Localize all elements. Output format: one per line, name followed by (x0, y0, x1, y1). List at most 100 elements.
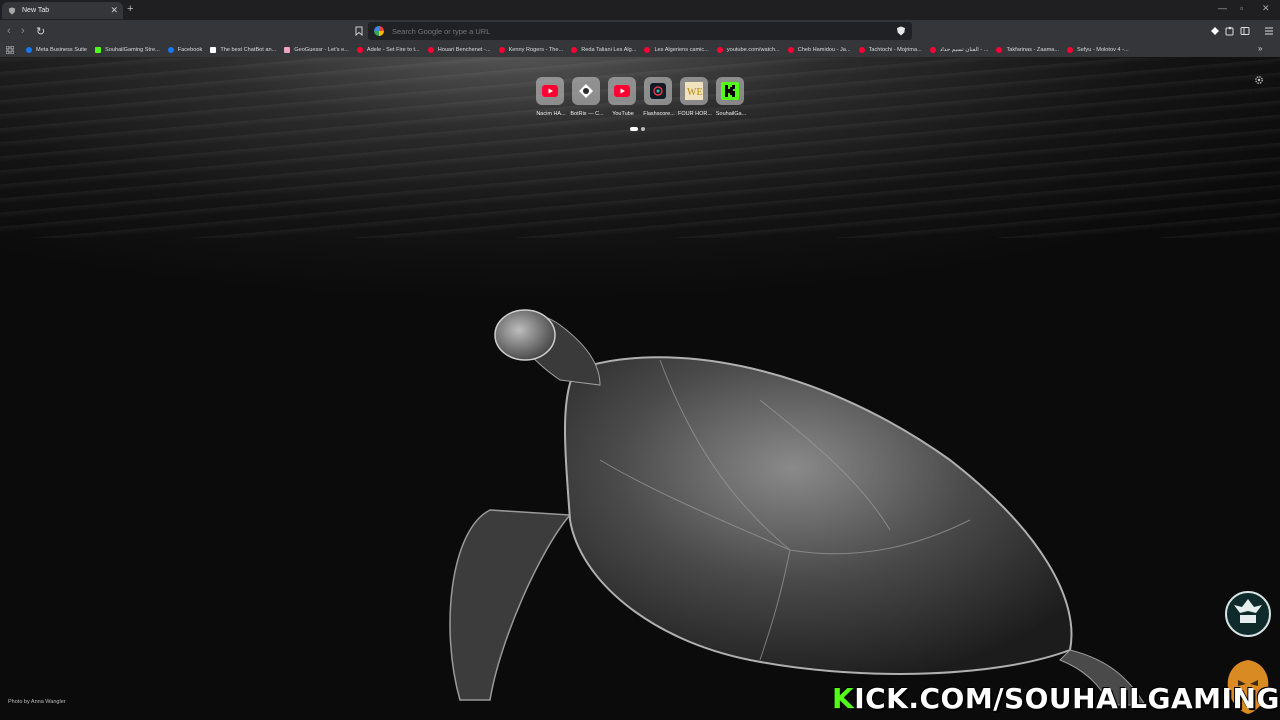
google-icon (374, 26, 384, 36)
bookmark-item[interactable]: GeoGuessr - Let's e... (284, 46, 349, 53)
bookmark-label: Les Algeriens camic... (654, 46, 709, 53)
page-dot[interactable] (641, 127, 645, 131)
bookmark-icon[interactable] (354, 26, 364, 36)
bookmark-item[interactable]: الفنان تسيم حداد - ... (929, 46, 989, 53)
botrix-icon (572, 77, 600, 105)
youtube-icon (536, 77, 564, 105)
bookmark-item[interactable]: The best ChatBot an... (210, 46, 277, 53)
bookmark-label: GeoGuessr - Let's e... (294, 46, 349, 53)
shortcut-label: Nacim HA... (536, 111, 566, 117)
youtube-icon (608, 77, 636, 105)
bookmark-label: Tachtochi - Mojrima... (868, 46, 922, 53)
bookmark-label: Kenny Rogers - The... (508, 46, 564, 53)
page-indicator (630, 127, 645, 131)
bookmark-item[interactable]: Facebook (167, 46, 203, 53)
gear-icon[interactable] (1254, 75, 1264, 85)
shortcut-label: SouhailGa... (715, 111, 747, 117)
wallet-icon[interactable] (1210, 26, 1220, 36)
bookmark-item[interactable]: Reda Taliani Les Alg... (571, 46, 636, 53)
bookmarks-list: Meta Business Suite SouhailGaming Stre...… (26, 46, 1137, 53)
diamond-icon (210, 46, 217, 53)
bookmark-item[interactable]: Takfarinas - Zaama... (996, 46, 1060, 53)
apps-grid-icon[interactable] (6, 45, 14, 54)
youtube-icon (498, 46, 505, 53)
bookmark-label: Takfarinas - Zaama... (1006, 46, 1060, 53)
shortcut-tile[interactable]: SouhailGa... (716, 77, 746, 117)
reload-icon[interactable]: ↻ (36, 25, 45, 38)
close-window-button[interactable]: ✕ (1262, 3, 1270, 14)
tab-strip: New Tab ✕ + — ▫ ✕ (0, 0, 1280, 20)
close-tab-icon[interactable]: ✕ (110, 5, 118, 16)
sidebar-icon[interactable] (1240, 26, 1250, 36)
streamer-logo-badge (1225, 591, 1271, 637)
sea-turtle-image (449, 309, 1146, 706)
top-sites: Nacim HA... BotRix — C... YouTube Flashs… (531, 77, 747, 121)
kick-k-letter: K (832, 682, 855, 715)
tab-new-tab[interactable]: New Tab ✕ (2, 2, 123, 19)
bookmark-item[interactable]: Sefyu - Molotov 4 -... (1067, 46, 1129, 53)
youtube-icon (858, 46, 865, 53)
bookmark-item[interactable]: Adele - Set Fire to t... (356, 46, 420, 53)
tab-title: New Tab (22, 7, 50, 14)
forward-icon[interactable]: › (21, 25, 25, 37)
brave-shields-icon[interactable] (896, 26, 906, 36)
maximize-button[interactable]: ▫ (1240, 3, 1243, 13)
shortcut-label: FOUR HOR... (678, 111, 712, 117)
youtube-icon (644, 46, 651, 53)
bookmark-label: Sefyu - Molotov 4 -... (1077, 46, 1129, 53)
bookmark-item[interactable]: Les Algeriens camic... (644, 46, 709, 53)
bookmark-label: Meta Business Suite (36, 46, 87, 53)
shortcut-tile[interactable]: Nacim HA... (536, 77, 566, 117)
kick-icon (716, 77, 744, 105)
pin-icon (284, 46, 291, 53)
bookmark-item[interactable]: Kenny Rogers - The... (498, 46, 564, 53)
we-icon: WE (680, 77, 708, 105)
extensions-icon[interactable] (1225, 26, 1235, 36)
shortcut-tile[interactable]: WE FOUR HOR... (678, 77, 712, 117)
bookmark-label: Houari Benchenet -... (437, 46, 491, 53)
photo-credit[interactable]: Photo by Anna Wangler (8, 699, 66, 705)
bookmarks-overflow-button[interactable]: » (1258, 44, 1262, 53)
bookmark-item[interactable]: youtube.com/watch... (716, 46, 780, 53)
svg-text:WE: WE (687, 87, 703, 98)
bookmarks-bar: Meta Business Suite SouhailGaming Stre...… (0, 42, 1280, 57)
kick-url-text: ICK.COM/SOUHAILGAMING (854, 682, 1280, 715)
bookmark-label: الفنان تسيم حداد - ... (939, 46, 989, 53)
bookmark-label: Adele - Set Fire to t... (366, 46, 420, 53)
youtube-icon (356, 46, 363, 53)
brave-shield-icon (8, 6, 16, 15)
kick-icon (95, 46, 101, 53)
shortcut-tile[interactable]: YouTube (608, 77, 638, 117)
youtube-icon (996, 46, 1003, 53)
meta-icon (26, 46, 32, 53)
shortcut-tile[interactable]: Flashscore... (643, 77, 675, 117)
bookmark-label: Facebook (177, 46, 203, 53)
shortcut-label: Flashscore... (643, 111, 675, 117)
youtube-icon (929, 46, 936, 53)
youtube-icon (571, 46, 578, 53)
bookmark-item[interactable]: Houari Benchenet -... (427, 46, 491, 53)
flashscore-icon (644, 77, 672, 105)
address-bar[interactable] (368, 22, 912, 40)
bookmark-item[interactable]: SouhailGaming Stre... (95, 46, 160, 53)
menu-icon[interactable] (1264, 26, 1274, 36)
bookmark-label: SouhailGaming Stre... (105, 46, 160, 53)
minimize-button[interactable]: — (1218, 3, 1227, 13)
new-tab-button[interactable]: + (127, 3, 133, 15)
shortcut-tile[interactable]: BotRix — C... (570, 77, 604, 117)
shortcut-label: YouTube (612, 111, 634, 117)
bookmark-item[interactable]: Meta Business Suite (26, 46, 87, 53)
facebook-icon (167, 46, 174, 53)
bookmark-label: The best ChatBot an... (220, 46, 277, 53)
page-dot-active[interactable] (630, 127, 638, 131)
bookmark-item[interactable]: Tachtochi - Mojrima... (858, 46, 922, 53)
youtube-icon (427, 46, 434, 53)
address-input[interactable] (392, 26, 872, 36)
bookmark-item[interactable]: Cheb Hamidou - Ja... (787, 46, 851, 53)
youtube-icon (787, 46, 794, 53)
kick-channel-overlay: KICK.COM/SOUHAILGAMING (832, 682, 1280, 715)
back-icon[interactable]: ‹ (7, 25, 11, 37)
bookmark-label: Cheb Hamidou - Ja... (797, 46, 851, 53)
navigation-toolbar: ‹ › ↻ (0, 20, 1280, 42)
youtube-icon (1067, 46, 1074, 53)
